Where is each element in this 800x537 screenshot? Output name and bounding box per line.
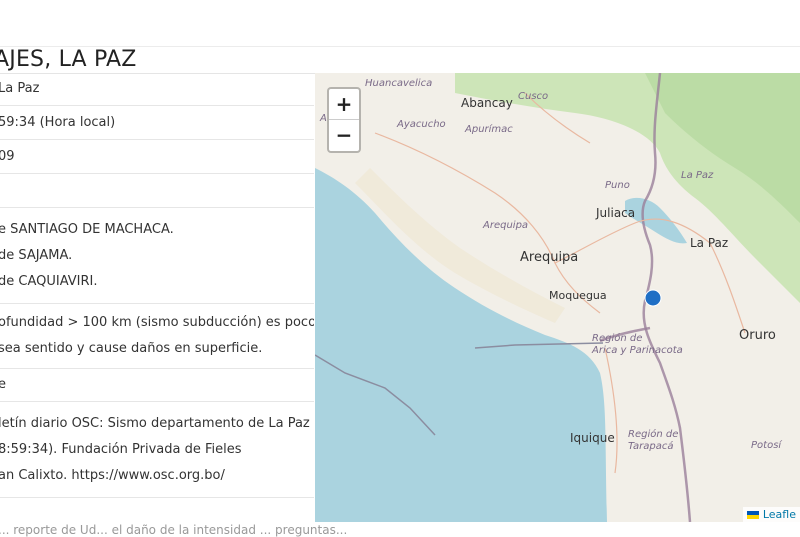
info-row: 59:34 (Hora local): [0, 106, 314, 140]
map-label-juliaca: Juliaca: [596, 206, 636, 220]
info-row-line: ofundidad > 100 km (sismo subducción) es…: [0, 315, 314, 330]
info-row-line: de CAQUIAVIRI.: [0, 273, 98, 289]
map-label-a: A: [320, 113, 327, 124]
map-label-potosi: Potosí: [751, 440, 782, 451]
map-attribution[interactable]: Leafle: [742, 507, 800, 522]
info-row-line: e: [0, 377, 6, 392]
info-row-line: 59:34 (Hora local): [0, 114, 116, 130]
info-row-line: 8:59:34). Fundación Privada de Fieles: [0, 441, 242, 457]
map-label-oruro: Oruro: [739, 328, 776, 343]
info-row-line: sea sentido y cause daños en superficie.: [0, 341, 263, 356]
map-label-ayacucho: Ayacucho: [397, 119, 446, 130]
info-row-line: La Paz: [0, 81, 40, 96]
info-row: ofundidad > 100 km (sismo subducción) es…: [0, 304, 314, 369]
top-bar: [0, 0, 800, 47]
info-row: 09: [0, 140, 314, 174]
event-info-table: La Paz 59:34 (Hora local) 09 e SANTIAGO DE …: [0, 73, 314, 498]
zoom-out-button[interactable]: −: [329, 119, 359, 150]
info-row: La Paz: [0, 73, 314, 106]
map-label-moquegua: Moquegua: [549, 289, 607, 302]
info-row-line: an Calixto. https://www.osc.org.bo/: [0, 467, 225, 483]
footer-text-fragment: ... reporte de Ud... el daño de la inten…: [0, 523, 348, 537]
map-label-arica-y-parinacota: Región de Arica y Parinacota: [592, 333, 683, 356]
ukraine-flag-icon: [746, 511, 759, 519]
map-label-cusco: Cusco: [518, 91, 549, 102]
info-row-line: 09: [0, 148, 15, 164]
info-row: e SANTIAGO DE MACHACA. de SAJAMA. de CAQUI…: [0, 208, 314, 304]
zoom-control: + −: [327, 87, 361, 153]
map-label-huancavelica: Huancavelica: [365, 78, 433, 89]
map-label-arequipa-city: Arequipa: [520, 250, 579, 265]
map-label-la-paz-region: La Paz: [681, 170, 714, 181]
map-label-tarapaca: Región de Tarapacá: [628, 429, 679, 452]
map-panel[interactable]: Huancavelica Abancay Cusco Ayacucho Apur…: [315, 73, 800, 522]
earthquake-marker[interactable]: [644, 289, 662, 307]
map-label-abancay: Abancay: [461, 96, 513, 110]
info-row-line: e SANTIAGO DE MACHACA.: [0, 221, 174, 237]
info-row: e: [0, 369, 314, 402]
page-title: AJES, LA PAZ: [0, 47, 137, 72]
zoom-in-button[interactable]: +: [329, 89, 359, 119]
map-label-puno: Puno: [605, 180, 630, 191]
attribution-link[interactable]: Leafle: [763, 508, 796, 521]
map-label-iquique: Iquique: [570, 431, 615, 445]
info-row-line: de SAJAMA.: [0, 247, 73, 263]
info-row: [0, 174, 314, 208]
info-row: letín diario OSC: Sismo departamento de …: [0, 402, 314, 498]
info-row-line: letín diario OSC: Sismo departamento de …: [0, 415, 310, 431]
map-label-apurimac: Apurímac: [465, 124, 513, 135]
map-label-la-paz-city: La Paz: [690, 236, 729, 250]
map-label-arequipa-region: Arequipa: [483, 220, 529, 231]
